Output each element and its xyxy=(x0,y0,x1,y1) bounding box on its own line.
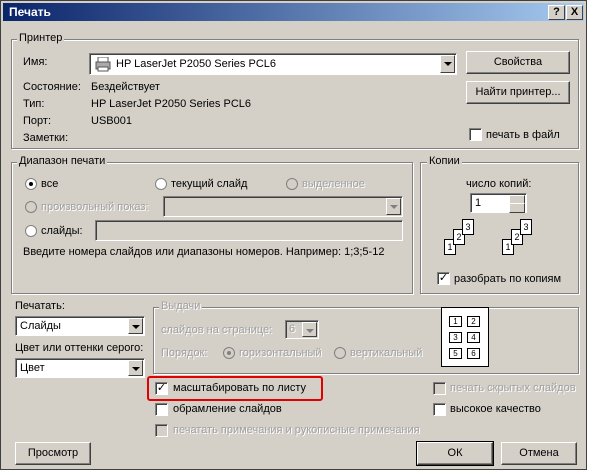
range-all-radio[interactable] xyxy=(25,178,37,190)
frame-slides-checkbox[interactable] xyxy=(155,403,168,416)
print-what-value: Слайды xyxy=(20,320,61,332)
print-hidden-checkbox[interactable] xyxy=(433,382,446,395)
print-hidden-label: печать скрытых слайдов xyxy=(450,382,576,394)
range-hint: Введите номера слайдов или диапазоны ном… xyxy=(23,246,385,258)
handout-cell: 6 xyxy=(467,348,480,359)
order-horizontal-label: горизонтальный xyxy=(239,347,322,359)
chevron-down-icon[interactable] xyxy=(440,55,455,73)
printer-name-label: Имя: xyxy=(23,56,48,68)
spin-down-icon[interactable] xyxy=(509,203,525,213)
range-custom-label: произвольный показ: xyxy=(41,201,149,213)
handouts-group xyxy=(153,307,579,374)
print-to-file-label: печать в файл xyxy=(486,129,560,141)
status-label: Состояние: xyxy=(23,81,81,93)
print-comments-label: печатать примечания и рукописные примеча… xyxy=(173,424,420,436)
order-horizontal-radio[interactable] xyxy=(223,347,235,359)
port-label: Порт: xyxy=(23,115,51,127)
cancel-button[interactable]: Отмена xyxy=(501,442,577,465)
properties-button[interactable]: Свойства xyxy=(466,51,570,74)
high-quality-checkbox[interactable] xyxy=(433,403,446,416)
slides-per-page-label: слайдов на странице: xyxy=(161,324,273,336)
slides-per-page-value: 6 xyxy=(289,323,296,335)
handout-layout-preview: 1 2 3 4 5 6 xyxy=(441,307,489,367)
printer-icon xyxy=(95,56,111,75)
color-label: Цвет или оттенки серого: xyxy=(15,342,144,354)
handout-cell: 1 xyxy=(449,316,462,327)
ok-button[interactable]: ОК xyxy=(416,441,494,466)
collate-preview-icon: 1 2 3 1 2 3 xyxy=(444,217,564,267)
color-value: Цвет xyxy=(20,362,45,374)
range-current-radio[interactable] xyxy=(155,178,167,190)
range-selection-radio[interactable] xyxy=(286,178,298,190)
collate-label: разобрать по копиям xyxy=(454,273,562,285)
collate-checkbox[interactable]: ✓ xyxy=(437,272,450,285)
type-value: HP LaserJet P2050 Series PCL6 xyxy=(91,98,251,110)
range-current-label: текущий слайд xyxy=(171,178,248,190)
handout-cell: 2 xyxy=(467,316,480,327)
printer-name-value: HP LaserJet P2050 Series PCL6 xyxy=(116,58,276,70)
print-what-dropdown[interactable]: Слайды xyxy=(15,316,145,336)
print-what-label: Печатать: xyxy=(15,300,65,312)
find-printer-button[interactable]: Найти принтер... xyxy=(466,81,570,104)
frame-slides-label: обрамление слайдов xyxy=(173,403,282,415)
high-quality-label: высокое качество xyxy=(450,403,541,415)
scale-to-fit-checkbox[interactable]: ✓ xyxy=(155,382,168,395)
order-vertical-radio[interactable] xyxy=(334,347,346,359)
order-label: Порядок: xyxy=(161,347,208,359)
slides-input[interactable] xyxy=(95,220,403,241)
title-bar: Печать ? X xyxy=(3,3,584,21)
window-title: Печать xyxy=(9,5,51,19)
status-value: Бездействует xyxy=(91,81,160,93)
chevron-down-icon[interactable] xyxy=(128,318,143,334)
custom-show-dropdown[interactable] xyxy=(163,196,403,217)
print-to-file-checkbox[interactable] xyxy=(469,128,482,141)
printer-group-label: Принтер xyxy=(17,32,65,44)
handouts-label: Выдачи xyxy=(159,300,203,312)
collate-page: 3 xyxy=(520,219,532,235)
range-custom-radio[interactable] xyxy=(25,201,37,213)
chevron-down-icon[interactable] xyxy=(302,322,317,337)
copies-count-value: 1 xyxy=(475,197,482,209)
copies-count-label: число копий: xyxy=(466,178,532,190)
print-comments-checkbox[interactable] xyxy=(155,424,168,437)
range-selection-label: выделенное xyxy=(302,178,365,190)
close-button[interactable]: X xyxy=(566,5,583,20)
color-dropdown[interactable]: Цвет xyxy=(15,358,145,378)
type-label: Тип: xyxy=(23,98,45,110)
range-slides-label: слайды: xyxy=(41,225,83,237)
range-slides-radio[interactable] xyxy=(25,225,37,237)
port-value: USB001 xyxy=(91,115,132,127)
order-vertical-label: вертикальный xyxy=(350,347,423,359)
collate-page: 3 xyxy=(462,219,474,235)
scale-to-fit-label: масштабировать по листу xyxy=(173,382,306,394)
chevron-down-icon[interactable] xyxy=(128,360,143,376)
comments-label: Заметки: xyxy=(23,132,69,144)
preview-button[interactable]: Просмотр xyxy=(15,442,91,465)
chevron-down-icon[interactable] xyxy=(386,198,401,215)
handout-cell: 3 xyxy=(449,332,462,343)
help-button[interactable]: ? xyxy=(548,5,565,20)
slides-per-page-dropdown[interactable]: 6 xyxy=(285,320,319,339)
print-range-label: Диапазон печати xyxy=(17,155,108,167)
handout-cell: 5 xyxy=(449,348,462,359)
copies-count-input[interactable]: 1 xyxy=(470,193,527,213)
range-all-label: все xyxy=(41,178,59,190)
copies-label: Копии xyxy=(427,155,462,167)
print-dialog: Печать ? X Принтер Имя: HP LaserJet P205… xyxy=(0,0,587,470)
printer-name-dropdown[interactable]: HP LaserJet P2050 Series PCL6 xyxy=(89,53,457,75)
handout-cell: 4 xyxy=(467,332,480,343)
